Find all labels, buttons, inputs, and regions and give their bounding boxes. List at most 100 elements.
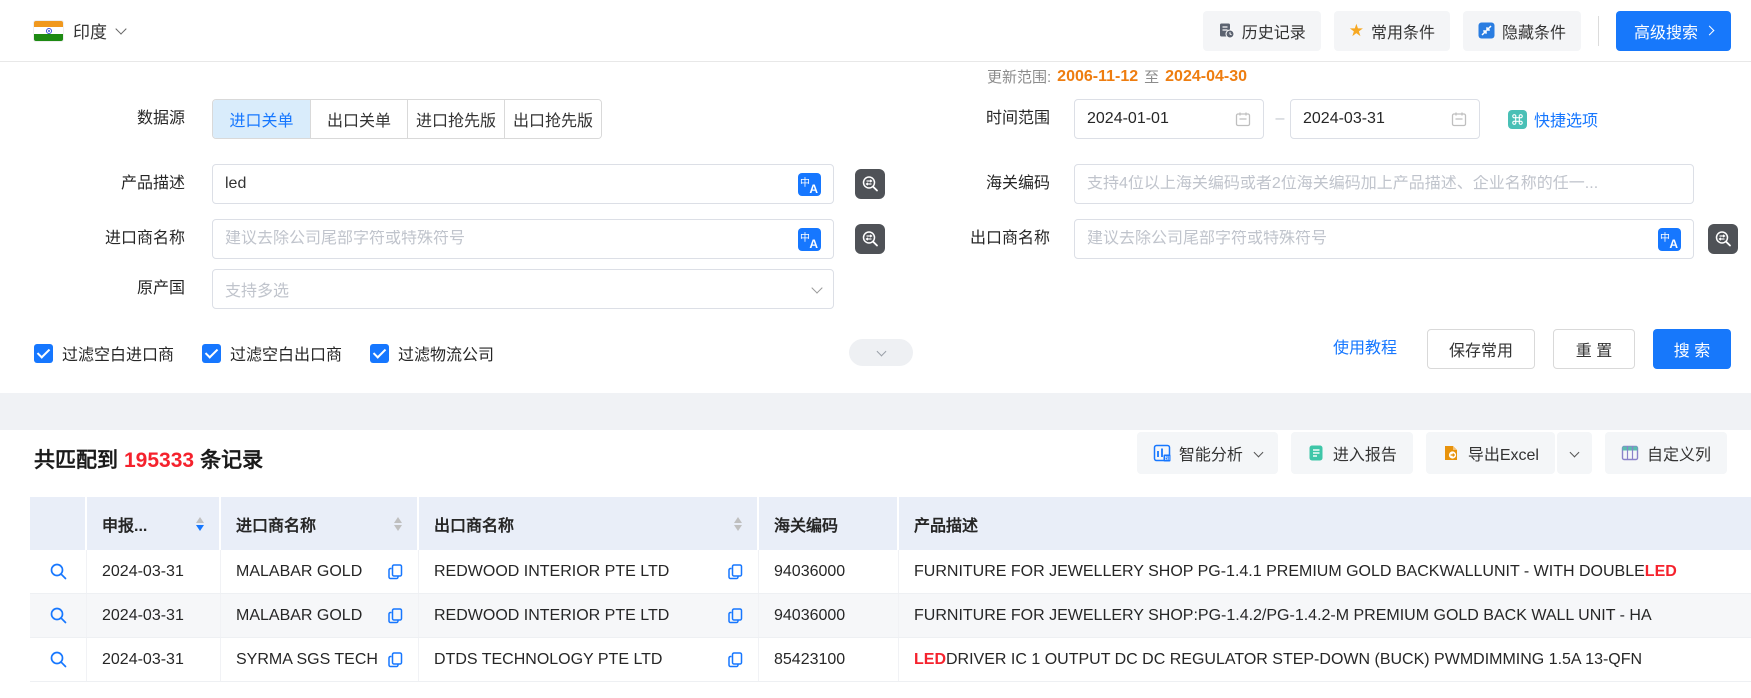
history-button[interactable]: 历史记录	[1202, 10, 1321, 51]
chevron-down-icon	[811, 281, 823, 294]
table-header-row: 申报... 进口商名称 出口商名称 海关编码 产品描述	[30, 497, 1751, 550]
results-count: 195333	[124, 449, 195, 472]
excel-export-icon	[1444, 446, 1457, 460]
exact-match-toggle[interactable]	[1708, 224, 1738, 254]
star-icon: ★	[1348, 21, 1364, 40]
hs-code-label: 海关编码	[985, 175, 1050, 192]
origin-select[interactable]: 支持多选	[212, 269, 834, 309]
copy-icon[interactable]	[728, 651, 743, 668]
hide-conditions-button[interactable]: 隐藏条件	[1462, 10, 1581, 51]
header-product-desc: 产品描述	[899, 497, 1751, 550]
hs-code-input[interactable]	[1087, 175, 1681, 193]
desc-text: DRIVER IC 1 OUTPUT DC DC REGULATOR STEP-…	[946, 650, 1643, 668]
copy-icon[interactable]	[728, 607, 743, 624]
cell-hs-code: 94036000	[759, 594, 899, 637]
calendar-icon	[1235, 112, 1251, 127]
toolbar-divider	[1597, 15, 1599, 46]
sort-control[interactable]	[384, 516, 402, 531]
cell-product-desc: LED DRIVER IC 1 OUTPUT DC DC REGULATOR S…	[899, 638, 1751, 681]
start-date-input[interactable]: 2024-01-01	[1074, 99, 1264, 139]
cell-hs-code: 94036000	[759, 550, 899, 593]
checkbox-label: 过滤物流公司	[398, 347, 495, 364]
update-range-from: 2006-11-12	[1057, 67, 1139, 85]
exporter-input[interactable]	[1087, 230, 1650, 248]
save-favorite-button[interactable]: 保存常用	[1427, 329, 1535, 369]
importer-name: MALABAR GOLD	[236, 562, 363, 580]
country-selector[interactable]: 印度	[34, 18, 127, 43]
enter-report-button[interactable]: 进入报告	[1290, 432, 1413, 474]
update-range-to-word: 至	[1144, 69, 1160, 86]
favorites-label: 常用条件	[1370, 24, 1435, 42]
translate-icon[interactable]: 中A	[798, 227, 821, 251]
importer-label: 进口商名称	[104, 230, 185, 247]
cell-importer: SYRMA SGS TECH	[221, 638, 419, 681]
summary-prefix: 共匹配到	[34, 449, 118, 472]
origin-label: 原产国	[136, 280, 185, 297]
advanced-search-label: 高级搜索	[1633, 24, 1698, 42]
calendar-icon	[1451, 112, 1467, 127]
checkbox-filter-blank-importer[interactable]: 过滤空白进口商	[34, 341, 174, 365]
header-declare-date[interactable]: 申报...	[87, 497, 221, 550]
sort-control[interactable]	[186, 516, 204, 531]
collapse-panel-button[interactable]	[849, 339, 913, 366]
end-date-input[interactable]: 2024-03-31	[1290, 99, 1480, 139]
origin-placeholder: 支持多选	[225, 283, 290, 300]
copy-icon[interactable]	[388, 651, 403, 668]
tab-export-preview[interactable]: 出口抢先版	[504, 100, 601, 138]
copy-icon[interactable]	[388, 607, 403, 624]
checkbox-filter-logistics[interactable]: 过滤物流公司	[370, 341, 494, 365]
product-desc-input[interactable]	[225, 175, 790, 193]
export-excel-button[interactable]: 导出Excel	[1425, 432, 1555, 474]
row-detail-cell	[30, 638, 87, 681]
row-detail-cell	[30, 550, 87, 593]
importer-input[interactable]	[225, 230, 790, 248]
chevron-down-icon	[115, 23, 127, 35]
custom-columns-label: 自定义列	[1646, 447, 1711, 464]
chevron-down-icon	[1253, 447, 1264, 457]
cell-importer: MALABAR GOLD	[221, 550, 419, 593]
header-exporter[interactable]: 出口商名称	[419, 497, 759, 550]
row-search-icon[interactable]	[49, 650, 68, 669]
header-importer[interactable]: 进口商名称	[221, 497, 419, 550]
quick-options-button[interactable]: 快捷选项	[1508, 99, 1598, 139]
copy-icon[interactable]	[728, 563, 743, 580]
india-flag-icon	[34, 20, 63, 41]
row-detail-cell	[30, 594, 87, 637]
export-options-button[interactable]	[1556, 432, 1592, 474]
summary-suffix: 条记录	[200, 449, 264, 472]
tab-import-preview[interactable]: 进口抢先版	[407, 100, 504, 138]
cell-date: 2024-03-31	[87, 638, 221, 681]
collapse-icon	[1478, 22, 1495, 39]
row-search-icon[interactable]	[49, 606, 68, 625]
desc-text: FURNITURE FOR JEWELLERY SHOP PG-1.4.1 PR…	[914, 562, 1645, 580]
header-row-search	[30, 497, 87, 550]
sort-control[interactable]	[724, 516, 742, 531]
reset-button[interactable]: 重 置	[1553, 329, 1635, 369]
favorites-button[interactable]: ★ 常用条件	[1333, 10, 1450, 51]
smart-analysis-button[interactable]: BI 智能分析	[1136, 432, 1278, 474]
results-section: 共匹配到 195333 条记录 BI 智能分析 进入报告 导出Excel 自定义…	[0, 430, 1751, 698]
cell-exporter: REDWOOD INTERIOR PTE LTD	[419, 550, 759, 593]
results-toolbar: BI 智能分析 进入报告 导出Excel 自定义列	[1136, 432, 1727, 474]
header-label: 出口商名称	[434, 517, 515, 535]
tutorial-link[interactable]: 使用教程	[1333, 329, 1397, 369]
header-label: 海关编码	[774, 517, 839, 535]
chevron-down-icon	[1569, 447, 1580, 457]
tab-export-customs[interactable]: 出口关单	[310, 100, 407, 138]
start-date-value: 2024-01-01	[1087, 110, 1169, 127]
custom-columns-button[interactable]: 自定义列	[1604, 432, 1727, 474]
importer-name: SYRMA SGS TECH	[236, 650, 378, 668]
search-button[interactable]: 搜 索	[1653, 329, 1731, 369]
section-divider-band	[0, 393, 1751, 430]
report-icon	[1309, 445, 1323, 461]
row-search-icon[interactable]	[49, 562, 68, 581]
header-label: 产品描述	[914, 517, 979, 535]
translate-icon[interactable]: 中A	[798, 172, 821, 196]
translate-icon[interactable]: 中A	[1658, 227, 1681, 251]
copy-icon[interactable]	[388, 563, 403, 580]
country-name: 印度	[73, 23, 107, 42]
advanced-search-button[interactable]: 高级搜索	[1615, 10, 1731, 51]
product-desc-label: 产品描述	[120, 175, 185, 192]
tab-import-customs[interactable]: 进口关单	[213, 100, 310, 138]
checkbox-filter-blank-exporter[interactable]: 过滤空白出口商	[202, 341, 342, 365]
